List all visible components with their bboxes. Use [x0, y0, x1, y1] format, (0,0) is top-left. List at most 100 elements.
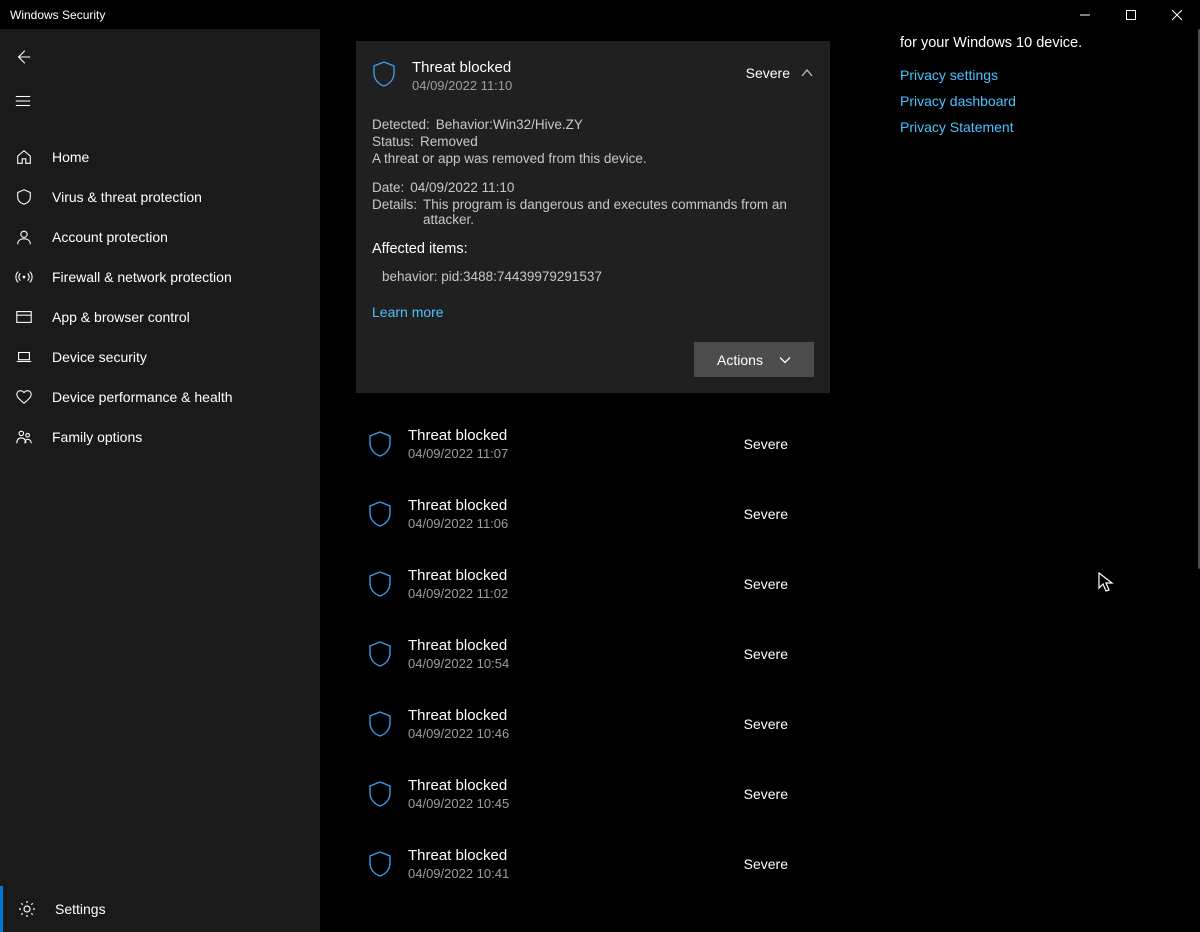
broadcast-icon [14, 267, 34, 287]
threat-item[interactable]: Threat blocked 04/09/2022 10:45 Severe [356, 759, 830, 829]
threat-description: A threat or app was removed from this de… [372, 151, 814, 166]
card-date: 04/09/2022 11:10 [412, 78, 730, 93]
chevron-down-icon [779, 354, 791, 366]
person-icon [14, 227, 34, 247]
sidebar-item-performance[interactable]: Device performance & health [0, 377, 320, 417]
sidebar-item-label: Device performance & health [52, 389, 233, 405]
threat-item-severity: Severe [744, 856, 830, 872]
side-column: for your Windows 10 device. Privacy sett… [868, 29, 1200, 932]
menu-button[interactable] [0, 79, 320, 123]
home-icon [14, 147, 34, 167]
threat-item-title: Threat blocked [408, 427, 728, 444]
threat-list: Threat blocked 04/09/2022 11:07 Severe T… [356, 409, 868, 899]
laptop-icon [14, 347, 34, 367]
severity-toggle[interactable]: Severe [746, 65, 814, 81]
window-icon [14, 307, 34, 327]
back-arrow-icon [14, 48, 32, 66]
settings-label: Settings [55, 901, 106, 917]
sidebar-item-virus[interactable]: Virus & threat protection [0, 177, 320, 217]
window-controls [1062, 0, 1200, 29]
threat-item-date: 04/09/2022 10:46 [408, 726, 728, 741]
sidebar-item-label: Firewall & network protection [52, 269, 232, 285]
threat-item-severity: Severe [744, 786, 830, 802]
scrollbar[interactable] [1194, 29, 1200, 932]
actions-label: Actions [717, 352, 763, 368]
threat-item-title: Threat blocked [408, 777, 728, 794]
status-row: Status: Removed [372, 134, 814, 149]
sidebar-item-label: Virus & threat protection [52, 189, 202, 205]
learn-more-link[interactable]: Learn more [372, 304, 444, 320]
sidebar-item-settings[interactable]: Settings [0, 886, 320, 932]
shield-outline-icon [368, 851, 392, 877]
window-title: Windows Security [10, 8, 105, 22]
threat-item-severity: Severe [744, 716, 830, 732]
threat-item-date: 04/09/2022 10:41 [408, 866, 728, 881]
threat-item-title: Threat blocked [408, 567, 728, 584]
threat-item-title: Threat blocked [408, 707, 728, 724]
sidebar-item-home[interactable]: Home [0, 137, 320, 177]
threat-card-header: Threat blocked 04/09/2022 11:10 Severe [372, 59, 814, 93]
details-row: Details: This program is dangerous and e… [372, 197, 814, 227]
maximize-icon [1126, 10, 1136, 20]
family-icon [14, 427, 34, 447]
threat-item[interactable]: Threat blocked 04/09/2022 10:54 Severe [356, 619, 830, 689]
threat-list-column: Threat blocked 04/09/2022 11:10 Severe D… [320, 29, 868, 932]
date-row: Date: 04/09/2022 11:10 [372, 180, 814, 195]
minimize-icon [1080, 10, 1090, 20]
shield-outline-icon [368, 711, 392, 737]
sidebar-item-label: Device security [52, 349, 147, 365]
side-intro-text: for your Windows 10 device. [900, 33, 1182, 53]
threat-item-title: Threat blocked [408, 847, 728, 864]
shield-outline-icon [368, 571, 392, 597]
threat-item[interactable]: Threat blocked 04/09/2022 11:06 Severe [356, 479, 830, 549]
actions-dropdown-button[interactable]: Actions [694, 342, 814, 377]
back-button[interactable] [0, 35, 320, 79]
sidebar-item-device-security[interactable]: Device security [0, 337, 320, 377]
privacy-statement-link[interactable]: Privacy Statement [900, 119, 1182, 135]
threat-item-date: 04/09/2022 11:07 [408, 446, 728, 461]
threat-item[interactable]: Threat blocked 04/09/2022 11:07 Severe [356, 409, 830, 479]
threat-item[interactable]: Threat blocked 04/09/2022 10:46 Severe [356, 689, 830, 759]
sidebar-item-label: App & browser control [52, 309, 190, 325]
shield-outline-icon [368, 641, 392, 667]
shield-icon [14, 187, 34, 207]
gear-icon [17, 899, 37, 919]
sidebar-item-account[interactable]: Account protection [0, 217, 320, 257]
threat-item-title: Threat blocked [408, 637, 728, 654]
main-content: Threat blocked 04/09/2022 11:10 Severe D… [320, 29, 1200, 932]
sidebar-item-family[interactable]: Family options [0, 417, 320, 457]
chevron-up-icon [800, 66, 814, 80]
minimize-button[interactable] [1062, 0, 1108, 29]
threat-item-severity: Severe [744, 646, 830, 662]
sidebar-nav: Home Virus & threat protection Account p… [0, 137, 320, 457]
sidebar: Home Virus & threat protection Account p… [0, 29, 320, 932]
shield-outline-icon [372, 61, 396, 87]
severity-label: Severe [746, 65, 790, 81]
close-icon [1172, 10, 1182, 20]
threat-item-date: 04/09/2022 11:02 [408, 586, 728, 601]
shield-outline-icon [368, 431, 392, 457]
threat-item-severity: Severe [744, 576, 830, 592]
privacy-settings-link[interactable]: Privacy settings [900, 67, 1182, 83]
threat-item-date: 04/09/2022 10:45 [408, 796, 728, 811]
sidebar-item-label: Home [52, 149, 89, 165]
sidebar-item-app-browser[interactable]: App & browser control [0, 297, 320, 337]
maximize-button[interactable] [1108, 0, 1154, 29]
detected-row: Detected: Behavior:Win32/Hive.ZY [372, 117, 814, 132]
titlebar: Windows Security [0, 0, 1200, 29]
sidebar-item-label: Account protection [52, 229, 168, 245]
threat-item-severity: Severe [744, 436, 830, 452]
threat-item-date: 04/09/2022 11:06 [408, 516, 728, 531]
threat-card-expanded[interactable]: Threat blocked 04/09/2022 11:10 Severe D… [356, 41, 830, 393]
threat-item[interactable]: Threat blocked 04/09/2022 11:02 Severe [356, 549, 830, 619]
privacy-dashboard-link[interactable]: Privacy dashboard [900, 93, 1182, 109]
shield-outline-icon [368, 781, 392, 807]
threat-item-severity: Severe [744, 506, 830, 522]
hamburger-icon [14, 92, 32, 110]
threat-item[interactable]: Threat blocked 04/09/2022 10:41 Severe [356, 829, 830, 899]
sidebar-item-firewall[interactable]: Firewall & network protection [0, 257, 320, 297]
affected-title: Affected items: [372, 241, 814, 257]
close-button[interactable] [1154, 0, 1200, 29]
card-title: Threat blocked [412, 59, 730, 76]
threat-item-title: Threat blocked [408, 497, 728, 514]
